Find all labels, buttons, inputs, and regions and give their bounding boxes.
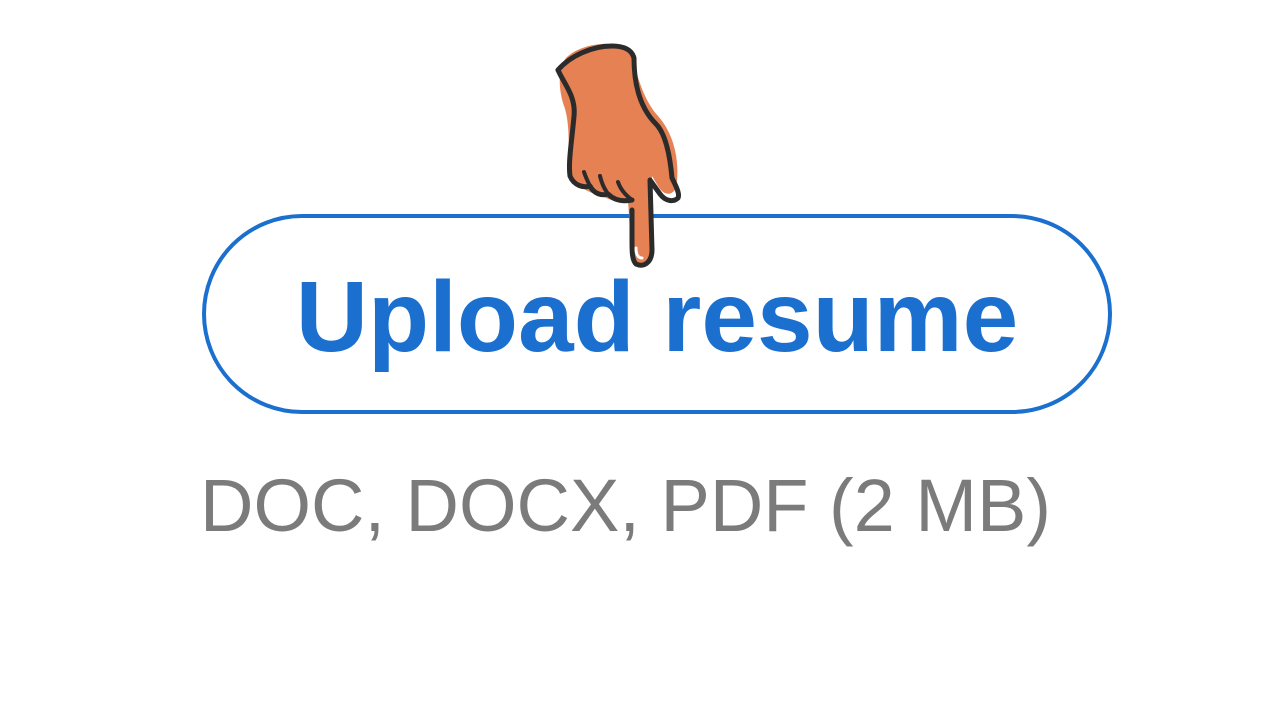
- upload-resume-label: Upload resume: [295, 261, 1019, 373]
- file-format-hint: DOC, DOCX, PDF (2 MB): [200, 464, 1052, 547]
- upload-section: Upload resume DOC, DOCX, PDF (2 MB): [0, 0, 1280, 720]
- pointing-hand-icon: [555, 43, 681, 268]
